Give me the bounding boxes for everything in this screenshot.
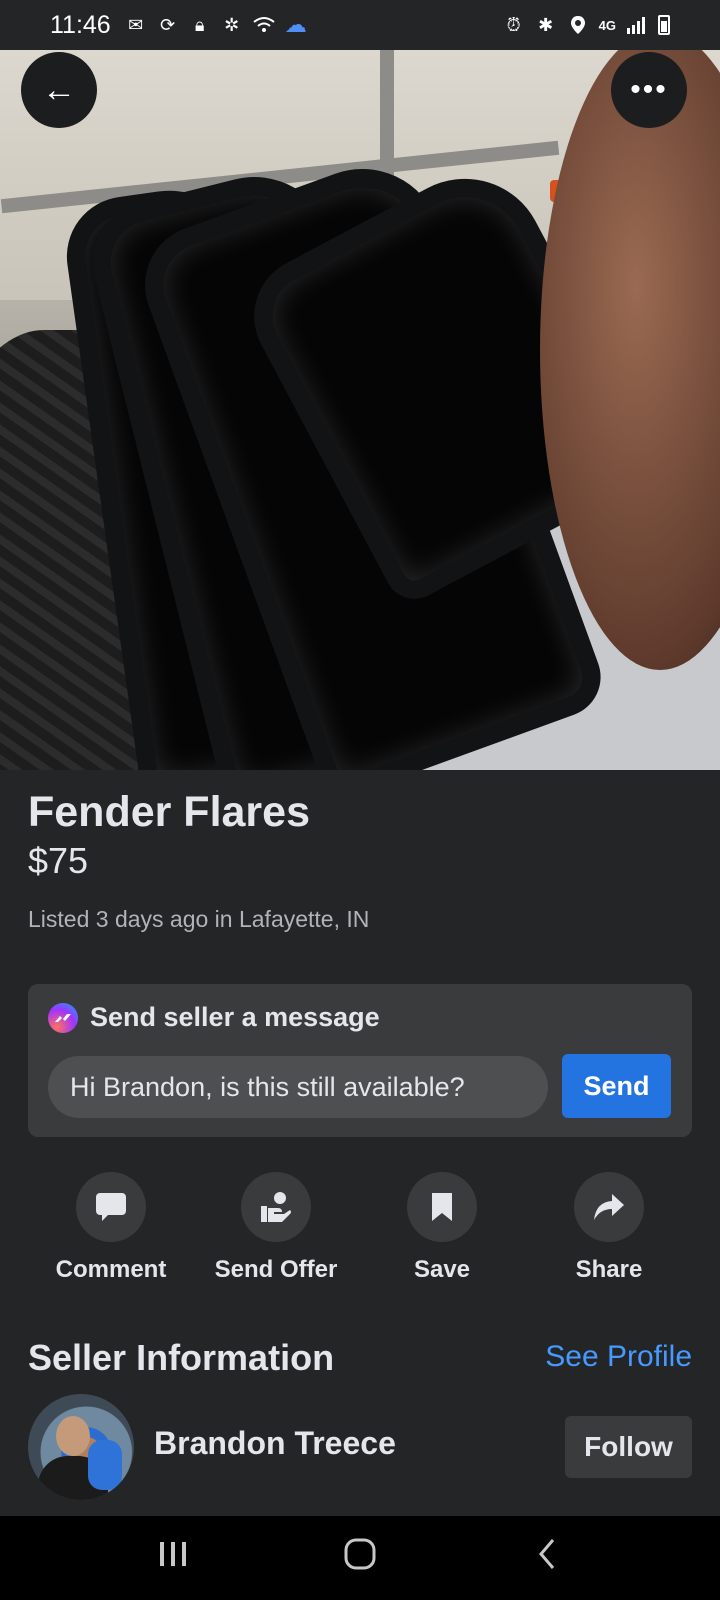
seller-info-heading: Seller Information bbox=[28, 1337, 335, 1378]
share-icon bbox=[574, 1172, 644, 1242]
more-dots-icon: ••• bbox=[630, 73, 668, 106]
send-message-header: Send seller a message bbox=[48, 1002, 380, 1033]
follow-button[interactable]: Follow bbox=[565, 1416, 692, 1478]
messenger-icon bbox=[48, 1002, 78, 1033]
action-row: Comment Send Offer Save Share bbox=[0, 1172, 720, 1292]
status-right: ⏰︎ ✱ 4G bbox=[503, 14, 670, 36]
message-input[interactable]: Hi Brandon, is this still available? bbox=[48, 1056, 548, 1118]
save-label: Save bbox=[413, 1256, 471, 1283]
send-message-heading: Send seller a message bbox=[90, 1002, 380, 1032]
status-left: 11:46 ✉ ⟳ 🔒︎ ✲ ☁ bbox=[50, 11, 307, 40]
listing-meta: Listed 3 days ago in Lafayette, IN bbox=[28, 906, 370, 932]
comment-action[interactable]: Comment bbox=[26, 1172, 196, 1284]
signal-icon bbox=[626, 14, 648, 36]
alarm-icon: ⏰︎ bbox=[506, 14, 521, 35]
battery-icon bbox=[658, 15, 670, 35]
status-time: 11:46 bbox=[50, 10, 111, 39]
more-options-button[interactable]: ••• bbox=[611, 52, 687, 128]
recents-icon[interactable] bbox=[133, 1540, 213, 1576]
location-icon bbox=[567, 14, 589, 36]
mail-icon: ✉ bbox=[128, 14, 144, 35]
avatar-child bbox=[88, 1440, 122, 1490]
home-button[interactable] bbox=[320, 1537, 400, 1580]
listing-title: Fender Flares bbox=[28, 788, 310, 836]
cloud-icon: ☁ bbox=[284, 12, 307, 37]
seller-avatar[interactable] bbox=[28, 1394, 134, 1500]
cluster-icon: ✲ bbox=[224, 14, 240, 35]
back-arrow-icon: ← bbox=[42, 70, 76, 109]
share-label: Share bbox=[575, 1256, 643, 1283]
seller-name[interactable]: Brandon Treece bbox=[154, 1425, 396, 1462]
send-button[interactable]: Send bbox=[562, 1054, 671, 1118]
wifi-icon bbox=[253, 14, 275, 36]
comment-icon bbox=[76, 1172, 146, 1242]
system-nav-bar bbox=[0, 1516, 720, 1600]
listing-photo[interactable] bbox=[0, 50, 720, 770]
listing-price: $75 bbox=[28, 840, 89, 881]
sync-icon: ⟳ bbox=[160, 14, 176, 35]
back-button[interactable]: ← bbox=[21, 52, 97, 128]
avatar-person-face bbox=[56, 1416, 90, 1456]
back-nav-icon[interactable] bbox=[507, 1537, 587, 1580]
send-offer-label: Send Offer bbox=[214, 1256, 338, 1283]
bookmark-icon bbox=[407, 1172, 477, 1242]
save-action[interactable]: Save bbox=[357, 1172, 527, 1284]
bluetooth-icon: ✱ bbox=[538, 14, 554, 35]
send-offer-action[interactable]: Send Offer bbox=[191, 1172, 361, 1284]
status-bar: 11:46 ✉ ⟳ 🔒︎ ✲ ☁ ⏰︎ ✱ 4G bbox=[0, 0, 720, 50]
see-profile-link[interactable]: See Profile bbox=[545, 1340, 692, 1374]
network-icon: 4G bbox=[598, 17, 616, 33]
send-offer-icon bbox=[241, 1172, 311, 1242]
comment-label: Comment bbox=[55, 1256, 167, 1283]
lock-icon: 🔒︎ bbox=[194, 14, 205, 35]
send-message-card: Send seller a message Hi Brandon, is thi… bbox=[28, 984, 692, 1137]
share-action[interactable]: Share bbox=[524, 1172, 694, 1284]
